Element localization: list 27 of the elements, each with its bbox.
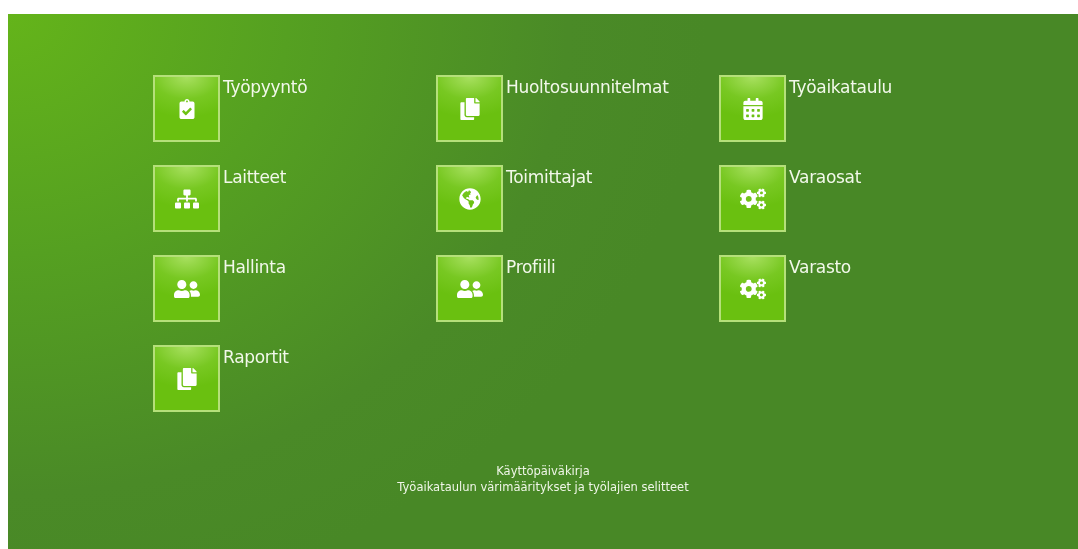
tile-label[interactable]: Varasto <box>789 257 851 277</box>
tile-label[interactable]: Työaikataulu <box>789 77 893 97</box>
tile-button[interactable] <box>719 75 786 142</box>
tile-button[interactable] <box>719 255 786 322</box>
tile-label[interactable]: Laitteet <box>223 167 287 187</box>
tile-label[interactable]: Varaosat <box>789 167 862 187</box>
tile-button[interactable] <box>153 255 220 322</box>
documents-icon <box>175 367 198 390</box>
tile-button[interactable] <box>153 75 220 142</box>
tile-button[interactable] <box>436 165 503 232</box>
tile-label[interactable]: Huoltosuunnitelmat <box>506 77 669 97</box>
documents-icon <box>458 97 481 120</box>
globe-icon <box>458 187 481 210</box>
tile-label[interactable]: Hallinta <box>223 257 286 277</box>
footer-link[interactable]: Käyttöpäiväkirja <box>496 464 590 478</box>
tile-label[interactable]: Raportit <box>223 347 289 367</box>
tile-button[interactable] <box>436 255 503 322</box>
hierarchy-icon <box>174 186 199 211</box>
tile-button[interactable] <box>719 165 786 232</box>
tile-button[interactable] <box>153 345 220 412</box>
footer-link[interactable]: Työaikataulun värimääritykset ja työlajien selitteet <box>397 480 689 494</box>
tile-button[interactable] <box>436 75 503 142</box>
tile-label[interactable]: Työpyyntö <box>223 77 308 97</box>
tile-label[interactable]: Profiili <box>506 257 556 277</box>
tile-button[interactable] <box>153 165 220 232</box>
calendar-icon <box>741 97 764 120</box>
tile-label[interactable]: Toimittajat <box>506 167 593 187</box>
